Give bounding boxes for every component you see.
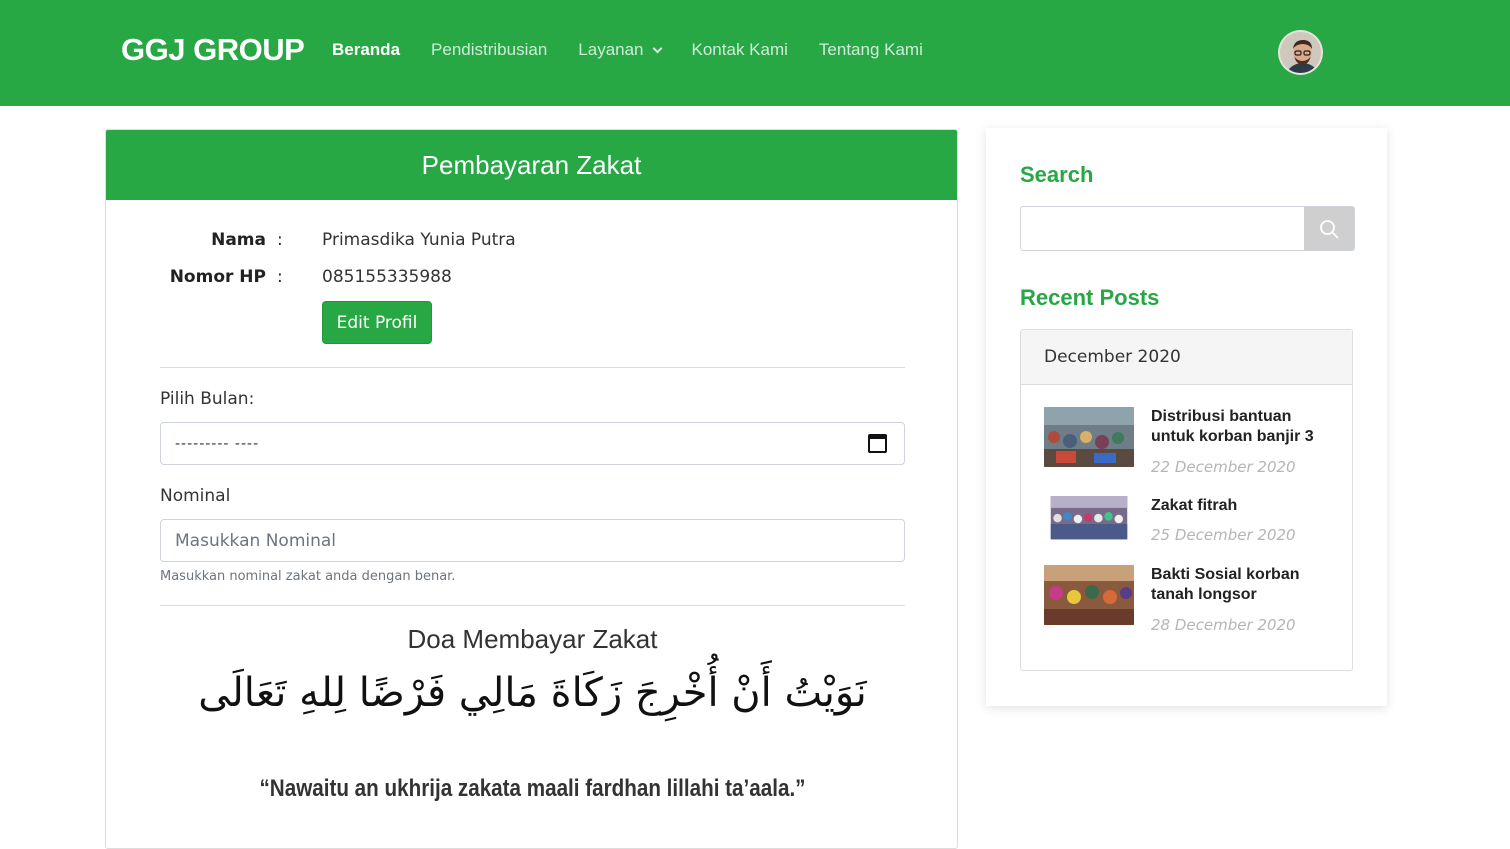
nominal-label: Nominal [160,486,231,506]
nav-pendistribusian[interactable]: Pendistribusian [431,40,547,60]
nav-layanan-dropdown[interactable]: Layanan [578,40,662,60]
profile-phone-row: Nomor HP : 085155335988 [106,267,957,291]
month-picker-value: --------- ---- [175,435,260,452]
doa-arabic-text: نَوَيْتُ أَنْ أُخْرِجَ زَكَاةَ مَالِي فَ… [198,670,867,716]
card-title: Pembayaran Zakat [421,149,642,180]
search-heading: Search [1020,162,1094,187]
search-button[interactable] [1304,207,1354,250]
month-picker-input[interactable]: --------- ---- [160,422,905,465]
chevron-down-icon [652,43,662,53]
nav-beranda[interactable]: Beranda [332,40,400,60]
main-nav: Beranda Pendistribusian Layanan Kontak K… [332,40,954,60]
divider [160,605,905,606]
avatar-icon [1280,32,1321,73]
recent-posts-box: December 2020 Distribusi bantuan untuk k… [1020,329,1353,671]
nav-kontak-kami-label: Kontak Kami [691,40,788,59]
post-thumbnail[interactable] [1044,496,1134,547]
brand-logo[interactable]: GGJ GROUP [121,32,305,68]
list-item[interactable]: Distribusi bantuan untuk korban banjir 3… [1044,407,1334,476]
search-icon [1320,219,1339,238]
nav-tentang-kami-label: Tentang Kami [818,40,923,59]
user-avatar[interactable] [1278,30,1323,75]
nav-beranda-label: Beranda [332,40,401,59]
nav-pendistribusian-label: Pendistribusian [431,40,548,59]
phone-label: Nomor HP [169,267,266,287]
post-date: 28 December 2020 [1151,616,1296,634]
search-box [1020,206,1355,251]
nominal-input[interactable]: Masukkan Nominal [160,519,905,562]
post-title[interactable]: Distribusi bantuan untuk korban banjir 3 [1151,407,1331,447]
month-label: Pilih Bulan: [160,389,255,409]
recent-posts-heading: Recent Posts [1020,285,1160,310]
post-thumbnail[interactable] [1044,565,1134,625]
posts-month-header: December 2020 [1021,330,1352,385]
name-value: Primasdika Yunia Putra [322,230,516,250]
post-date: 22 December 2020 [1151,458,1296,476]
name-label: Nama [211,230,266,250]
nav-tentang-kami[interactable]: Tentang Kami [819,40,923,60]
zakat-payment-card: Pembayaran Zakat Nama : Primasdika Yunia… [105,129,958,849]
list-item[interactable]: Zakat fitrah 25 December 2020 [1044,496,1334,558]
post-thumbnail[interactable] [1044,407,1134,467]
search-input[interactable] [1021,207,1305,250]
name-colon: : [277,230,283,250]
phone-colon: : [277,267,283,287]
top-navbar: GGJ GROUP Beranda Pendistribusian Layana… [0,0,1510,106]
sidebar: Search Recent Posts December 2020 Distri… [986,128,1387,706]
profile-name-row: Nama : Primasdika Yunia Putra [106,230,957,254]
doa-title: Doa Membayar Zakat [407,624,658,654]
nominal-help-text: Masukkan nominal zakat anda dengan benar… [160,569,456,584]
post-title[interactable]: Zakat fitrah [1151,496,1331,516]
card-header: Pembayaran Zakat [106,130,957,200]
post-title[interactable]: Bakti Sosial korban tanah longsor [1151,565,1331,605]
phone-value: 085155335988 [322,267,452,287]
doa-latin-text: “Nawaitu an ukhrija zakata maali fardhan… [259,775,806,802]
list-item[interactable]: Bakti Sosial korban tanah longsor 28 Dec… [1044,565,1334,634]
nav-layanan-label: Layanan [578,40,644,59]
calendar-icon[interactable] [868,434,887,453]
edit-profile-button[interactable]: Edit Profil [322,301,432,344]
nominal-placeholder: Masukkan Nominal [175,530,337,551]
nav-kontak-kami[interactable]: Kontak Kami [692,40,788,60]
divider [160,367,905,368]
post-date: 25 December 2020 [1151,526,1296,544]
